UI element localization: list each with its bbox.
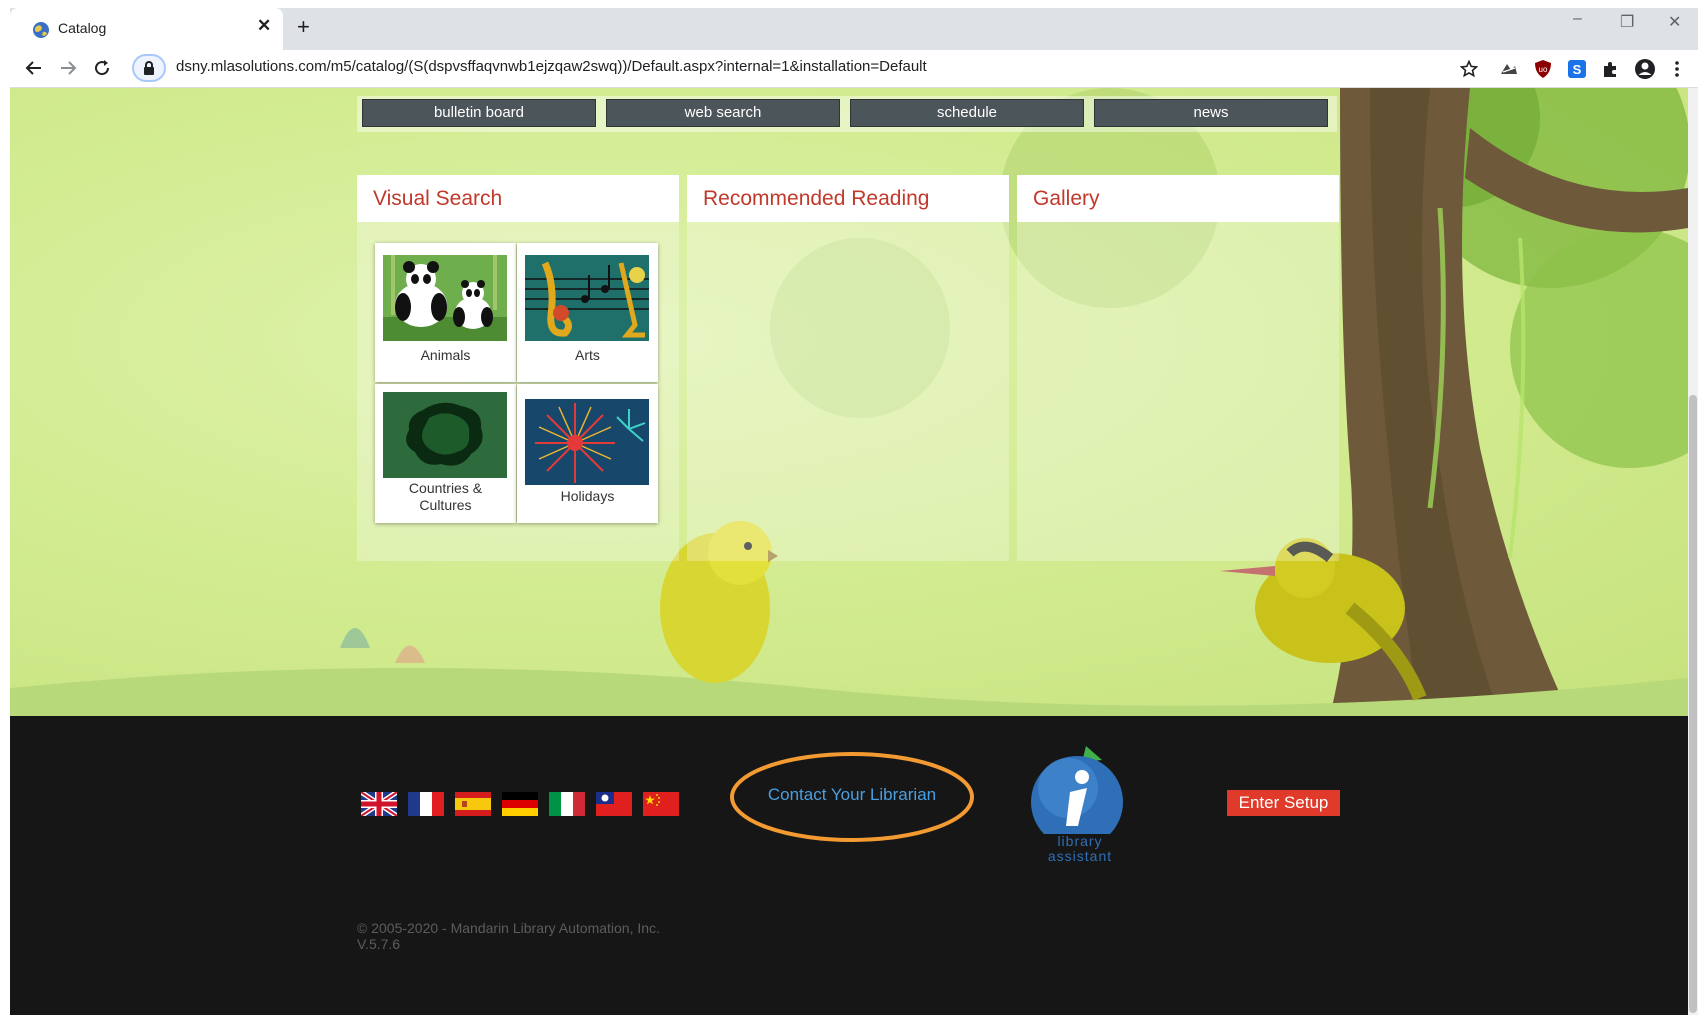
copyright-line: © 2005-2020 - Mandarin Library Automatio… bbox=[357, 920, 660, 936]
taiwan-flag[interactable] bbox=[596, 792, 632, 816]
forward-button[interactable] bbox=[54, 54, 82, 82]
tile-label: Countries & Cultures bbox=[408, 480, 483, 513]
italian-flag[interactable] bbox=[549, 792, 585, 816]
recommended-reading-panel: Recommended Reading bbox=[687, 175, 1009, 561]
menu-schedule[interactable]: schedule bbox=[850, 99, 1084, 127]
german-flag[interactable] bbox=[502, 792, 538, 816]
puzzle-extensions-icon[interactable] bbox=[1600, 58, 1622, 80]
tile-label: Holidays bbox=[560, 488, 615, 504]
tile-animals[interactable]: Animals bbox=[375, 243, 516, 382]
scrollbar-thumb[interactable] bbox=[1689, 395, 1697, 1013]
svg-text:uo: uo bbox=[1539, 65, 1548, 74]
page-footer: Contact Your Librarian library assistant… bbox=[10, 716, 1688, 1015]
panel-title: Visual Search bbox=[373, 187, 503, 210]
tile-label: Arts bbox=[575, 347, 600, 363]
gallery-panel: Gallery bbox=[1017, 175, 1339, 561]
arrow-left-icon bbox=[25, 61, 41, 75]
french-flag[interactable] bbox=[408, 792, 444, 816]
tab-close-icon[interactable]: ✕ bbox=[257, 16, 271, 36]
copyright-text: © 2005-2020 - Mandarin Library Automatio… bbox=[357, 920, 660, 952]
tile-arts[interactable]: Arts bbox=[517, 243, 658, 382]
arrow-right-icon bbox=[61, 61, 77, 75]
minimize-icon[interactable]: – bbox=[1573, 10, 1582, 28]
chinese-flag[interactable] bbox=[643, 792, 679, 816]
hero-background: bulletin board web search schedule news … bbox=[10, 88, 1688, 716]
saxophone-music-image bbox=[525, 255, 649, 341]
visual-search-panel: Visual Search Animals Arts Countries & C… bbox=[357, 175, 679, 561]
browser-window: Catalog ✕ + – ❐ ✕ dsny.mlasolutions.com/… bbox=[0, 0, 1698, 1015]
tile-holidays[interactable]: Holidays bbox=[517, 384, 658, 523]
site-info-button[interactable] bbox=[132, 54, 166, 82]
contact-librarian-link[interactable]: Contact Your Librarian bbox=[729, 785, 975, 805]
version-text: V.5.7.6 bbox=[357, 936, 401, 952]
pasted-extension-icon[interactable] bbox=[1498, 58, 1520, 80]
restore-icon[interactable]: ❐ bbox=[1620, 12, 1634, 32]
assistant-label-line2: assistant bbox=[1047, 848, 1113, 864]
antarctica-map-image bbox=[383, 392, 507, 478]
page-viewport: bulletin board web search schedule news … bbox=[10, 88, 1688, 1015]
library-assistant-info-icon bbox=[1031, 746, 1123, 848]
back-button[interactable] bbox=[20, 54, 48, 82]
menu-web-search[interactable]: web search bbox=[606, 99, 840, 127]
enter-setup-button[interactable]: Enter Setup bbox=[1227, 790, 1340, 816]
s-extension-icon[interactable]: S bbox=[1566, 58, 1588, 80]
panel-title: Gallery bbox=[1033, 187, 1100, 210]
pandas-image bbox=[383, 255, 507, 341]
english-flag[interactable] bbox=[361, 792, 397, 816]
lock-icon bbox=[144, 61, 154, 75]
url-text[interactable]: dsny.mlasolutions.com/m5/catalog/(S(dspv… bbox=[176, 58, 927, 75]
menu-bar: bulletin board web search schedule news bbox=[357, 96, 1337, 132]
window-close-icon[interactable]: ✕ bbox=[1668, 12, 1681, 32]
new-tab-icon[interactable]: + bbox=[297, 14, 310, 40]
tab-title: Catalog bbox=[58, 20, 107, 36]
bookmark-star-icon[interactable] bbox=[1458, 58, 1480, 80]
menu-bulletin-board[interactable]: bulletin board bbox=[362, 99, 596, 127]
profile-icon[interactable] bbox=[1634, 58, 1656, 80]
library-assistant-button[interactable]: library assistant bbox=[1030, 744, 1130, 874]
tile-label: Animals bbox=[420, 347, 471, 363]
reload-button[interactable] bbox=[88, 54, 116, 82]
contact-librarian-highlight: Contact Your Librarian bbox=[729, 751, 975, 843]
tile-countries-cultures[interactable]: Countries & Cultures bbox=[375, 384, 516, 523]
browser-toolbar: dsny.mlasolutions.com/m5/catalog/(S(dspv… bbox=[10, 50, 1698, 88]
menu-news[interactable]: news bbox=[1094, 99, 1328, 127]
ublock-icon[interactable]: uo bbox=[1532, 58, 1554, 80]
address-bar[interactable]: dsny.mlasolutions.com/m5/catalog/(S(dspv… bbox=[130, 52, 1475, 84]
spanish-flag[interactable] bbox=[455, 792, 491, 816]
panel-header: Gallery bbox=[1017, 175, 1339, 222]
fireworks-image bbox=[525, 399, 649, 485]
globe-favicon-icon bbox=[33, 22, 49, 38]
panel-title: Recommended Reading bbox=[703, 187, 930, 210]
panel-header: Recommended Reading bbox=[687, 175, 1009, 222]
panel-header: Visual Search bbox=[357, 175, 679, 222]
assistant-label-line1: library bbox=[1057, 833, 1103, 849]
reload-icon bbox=[95, 60, 110, 76]
browser-tab[interactable]: Catalog ✕ bbox=[10, 8, 283, 50]
kebab-menu-icon[interactable] bbox=[1666, 58, 1688, 80]
svg-text:S: S bbox=[1573, 62, 1582, 77]
